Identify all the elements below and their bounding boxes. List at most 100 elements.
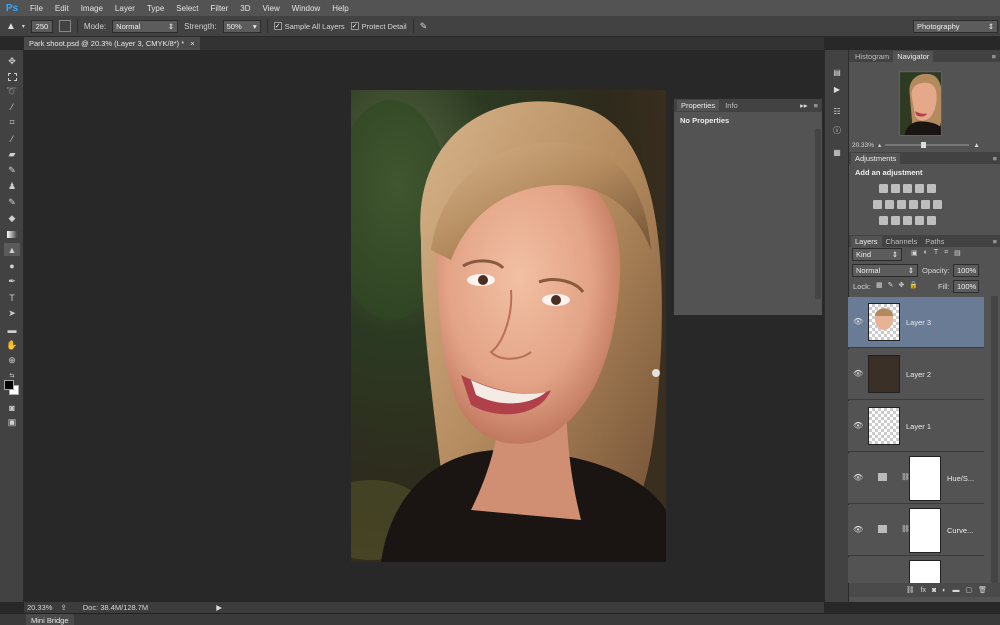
layer-name[interactable]: Hue/S... xyxy=(947,474,974,483)
exposure-icon[interactable] xyxy=(915,184,924,193)
brush-size-picker[interactable]: 250 xyxy=(30,19,53,33)
delete-layer-icon[interactable]: 🗑 xyxy=(978,586,987,594)
quick-mask-icon[interactable]: ◙ xyxy=(4,401,20,414)
photo-filter-icon[interactable] xyxy=(909,200,918,209)
sample-all-layers-checkbox[interactable]: ✓ Sample All Layers xyxy=(273,22,345,31)
new-group-icon[interactable]: ▬ xyxy=(952,587,959,594)
document-tab[interactable]: Park shoot.psd @ 20.3% (Layer 3, CMYK/8*… xyxy=(24,37,200,50)
menu-filter[interactable]: Filter xyxy=(205,4,235,13)
panel-scrollbar[interactable] xyxy=(815,129,821,299)
pressure-brush-icon[interactable]: ✎ xyxy=(420,21,428,32)
navigator-thumbnail[interactable] xyxy=(899,71,942,136)
menu-type[interactable]: Type xyxy=(141,4,170,13)
actions-icon[interactable]: ▶ xyxy=(830,83,844,96)
status-menu-arrow-icon[interactable]: ▶ xyxy=(216,603,222,612)
link-layers-icon[interactable]: ⛓ xyxy=(906,586,915,594)
layer-row[interactable]: 👁 ⛓ Hue/S... xyxy=(848,453,984,504)
type-tool-icon[interactable]: T xyxy=(4,291,20,304)
path-selection-tool-icon[interactable]: ➤ xyxy=(4,307,20,320)
mini-bridge-tab[interactable]: Mini Bridge xyxy=(26,614,74,625)
tab-properties[interactable]: Properties xyxy=(677,100,720,111)
menu-help[interactable]: Help xyxy=(326,4,354,13)
menu-layer[interactable]: Layer xyxy=(109,4,141,13)
strength-input[interactable]: 50% ▾ xyxy=(222,19,261,33)
layer-name[interactable]: Layer 2 xyxy=(906,370,931,379)
screen-mode-icon[interactable]: ▣ xyxy=(4,416,20,429)
layers-scrollbar[interactable] xyxy=(991,296,998,584)
gradient-tool-icon[interactable] xyxy=(4,228,20,241)
tab-layers[interactable]: Layers xyxy=(851,235,882,247)
protect-detail-checkbox[interactable]: ✓ Protect Detail xyxy=(350,22,407,31)
selective-color-icon[interactable] xyxy=(927,216,936,225)
properties-panel[interactable]: Properties Info ▸▸ ≡ No Properties xyxy=(673,98,823,316)
zoom-slider-handle[interactable] xyxy=(921,142,927,148)
status-zoom[interactable]: 20.33% xyxy=(27,603,52,612)
opacity-input[interactable]: 100% xyxy=(953,264,979,277)
crop-tool-icon[interactable]: ⌗ xyxy=(4,116,20,129)
menu-select[interactable]: Select xyxy=(170,4,204,13)
rectangle-tool-icon[interactable]: ▬ xyxy=(4,323,20,336)
menu-file[interactable]: File xyxy=(24,4,49,13)
layer-row[interactable]: 👁 ⛓ Curve... xyxy=(848,505,984,556)
workspace-select[interactable]: Photography ⇕ xyxy=(913,20,998,33)
quick-select-tool-icon[interactable]: ⁄ xyxy=(4,100,20,113)
eraser-tool-icon[interactable]: ◆ xyxy=(4,212,20,225)
brightness-icon[interactable] xyxy=(879,184,888,193)
new-adjustment-icon[interactable]: ◐ xyxy=(942,587,946,594)
close-icon[interactable]: × xyxy=(190,39,194,48)
menu-view[interactable]: View xyxy=(257,4,286,13)
marquee-tool-icon[interactable] xyxy=(4,70,20,83)
tab-histogram[interactable]: Histogram xyxy=(851,51,893,62)
channel-mixer-icon[interactable] xyxy=(921,200,930,209)
navigator-zoom-value[interactable]: 20.33% xyxy=(852,142,874,149)
eyedropper-tool-icon[interactable]: ⁄ xyxy=(4,132,20,145)
layer-row[interactable]: 👁 Layer 2 xyxy=(848,349,984,400)
vibrance-icon[interactable] xyxy=(927,184,936,193)
panel-menu-icon[interactable]: ≡ xyxy=(810,101,822,110)
history-icon[interactable]: ▤ xyxy=(830,66,844,79)
tab-channels[interactable]: Channels xyxy=(882,236,922,247)
layer-name[interactable]: Curve... xyxy=(947,526,973,535)
hue-saturation-icon[interactable] xyxy=(873,200,882,209)
menu-image[interactable]: Image xyxy=(75,4,109,13)
layer-filter-kind[interactable]: Kind ⇕ xyxy=(852,248,902,261)
dodge-tool-icon[interactable]: ● xyxy=(4,259,20,272)
panel-menu-icon[interactable]: ≡ xyxy=(992,52,1000,61)
collapse-icon[interactable]: ▸▸ xyxy=(800,101,808,110)
info-icon[interactable]: ⓘ xyxy=(830,124,844,137)
tab-info[interactable]: Info xyxy=(721,100,742,111)
zoom-slider[interactable] xyxy=(885,142,970,148)
layer-row[interactable]: 👁 Layer 1 xyxy=(848,401,984,452)
visibility-eye-icon[interactable]: 👁 xyxy=(853,369,863,378)
gradient-map-icon[interactable] xyxy=(915,216,924,225)
fx-icon[interactable]: fx xyxy=(921,587,926,594)
color-balance-icon[interactable] xyxy=(885,200,894,209)
tab-adjustments[interactable]: Adjustments xyxy=(851,152,901,164)
layer-name[interactable]: Layer 1 xyxy=(906,422,931,431)
panel-menu-icon[interactable]: ≡ xyxy=(993,154,1000,163)
layer-name[interactable]: Layer 3 xyxy=(906,318,931,327)
zoom-in-icon[interactable]: ▲ xyxy=(973,142,979,149)
shape-filter-icon[interactable]: ⌗ xyxy=(944,249,948,257)
visibility-eye-icon[interactable]: 👁 xyxy=(853,473,863,482)
panel-menu-icon[interactable]: ≡ xyxy=(993,237,1000,246)
lock-transparency-icon[interactable]: ▦ xyxy=(876,281,883,289)
zoom-out-icon[interactable]: ▴ xyxy=(878,141,881,149)
menu-edit[interactable]: Edit xyxy=(49,4,75,13)
levels-icon[interactable] xyxy=(891,184,900,193)
invert-icon[interactable] xyxy=(879,216,888,225)
lock-position-icon[interactable]: ✥ xyxy=(899,281,905,289)
curves-icon[interactable] xyxy=(903,184,912,193)
lasso-tool-icon[interactable]: ➰ xyxy=(4,85,20,98)
chevron-down-icon[interactable]: ▾ xyxy=(253,22,257,31)
brush-panel-icon[interactable] xyxy=(58,20,71,32)
layer-row-partial[interactable] xyxy=(848,557,984,583)
black-white-icon[interactable] xyxy=(897,200,906,209)
pen-tool-icon[interactable]: ✒ xyxy=(4,275,20,288)
visibility-eye-icon[interactable]: 👁 xyxy=(853,525,863,534)
layer-row[interactable]: 👁 Layer 3 xyxy=(848,297,984,348)
foreground-color-swatch[interactable] xyxy=(4,380,14,390)
properties-icon[interactable]: ☷ xyxy=(830,105,844,118)
move-tool-icon[interactable]: ✥ xyxy=(4,55,20,68)
menu-3d[interactable]: 3D xyxy=(234,4,256,13)
